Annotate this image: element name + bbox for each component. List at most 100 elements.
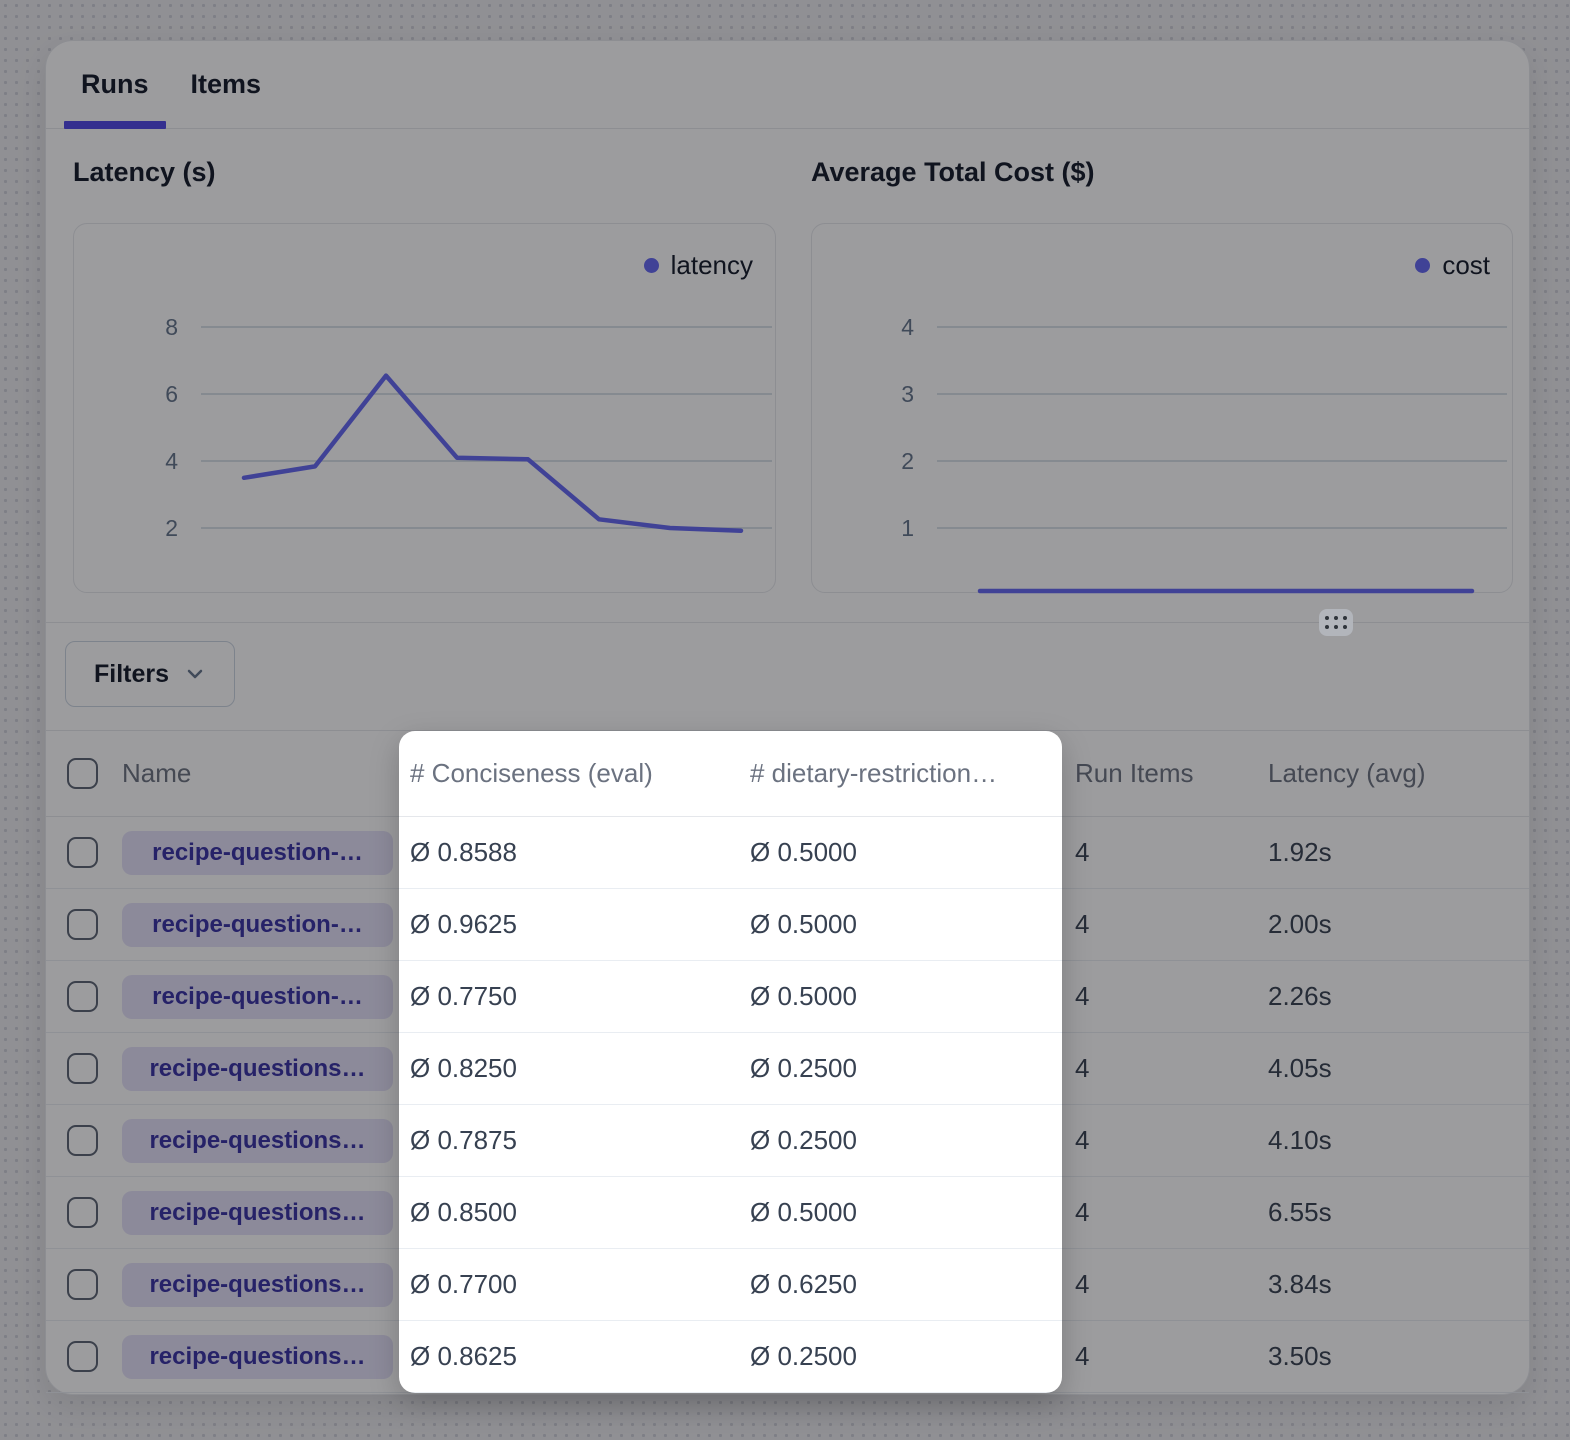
row-dietary-value: Ø 0.5000 — [740, 981, 1063, 1012]
svg-text:2: 2 — [165, 515, 178, 541]
tab-runs-label: Runs — [81, 69, 149, 100]
filters-button[interactable]: Filters — [65, 641, 235, 707]
row-name-cell: recipe-questions… — [121, 1191, 400, 1235]
filters-button-label: Filters — [94, 660, 169, 689]
cost-chart-title: Average Total Cost ($) — [811, 157, 1095, 188]
cost-chart-legend: cost — [1415, 250, 1490, 281]
row-latency-value: 1.92s — [1255, 837, 1531, 868]
table-row[interactable]: recipe-questions… Ø 0.7700 Ø 0.6250 4 3.… — [46, 1249, 1529, 1321]
row-conciseness-value: Ø 0.7700 — [400, 1269, 740, 1300]
table-row[interactable]: recipe-questions… Ø 0.8250 Ø 0.2500 4 4.… — [46, 1033, 1529, 1105]
section-divider — [46, 622, 1529, 623]
row-latency-value: 4.10s — [1255, 1125, 1531, 1156]
table-row[interactable]: recipe-questions… Ø 0.8625 Ø 0.2500 4 3.… — [46, 1321, 1529, 1393]
row-checkbox-cell — [46, 981, 121, 1012]
row-conciseness-value: Ø 0.8250 — [400, 1053, 740, 1084]
row-run-items-value: 4 — [1063, 1341, 1255, 1372]
runs-table: Name # Conciseness (eval) # dietary-rest… — [46, 730, 1529, 1393]
row-run-items-value: 4 — [1063, 1269, 1255, 1300]
row-checkbox-cell — [46, 1269, 121, 1300]
row-dietary-value: Ø 0.5000 — [740, 909, 1063, 940]
row-run-items-value: 4 — [1063, 1197, 1255, 1228]
run-name-badge[interactable]: recipe-question-… — [122, 975, 393, 1019]
row-dietary-value: Ø 0.5000 — [740, 837, 1063, 868]
row-name-cell: recipe-question-… — [121, 975, 400, 1019]
select-all-checkbox[interactable] — [67, 758, 98, 789]
row-conciseness-value: Ø 0.8588 — [400, 837, 740, 868]
drag-handle-icon[interactable] — [1319, 609, 1353, 636]
column-header-dietary-restriction: # dietary-restriction… — [740, 758, 1063, 789]
row-name-cell: recipe-questions… — [121, 1119, 400, 1163]
row-dietary-value: Ø 0.2500 — [740, 1053, 1063, 1084]
run-name-badge[interactable]: recipe-questions… — [122, 1263, 393, 1307]
row-checkbox[interactable] — [67, 1341, 98, 1372]
table-body: recipe-question-… Ø 0.8588 Ø 0.5000 4 1.… — [46, 817, 1529, 1393]
table-row[interactable]: recipe-questions… Ø 0.7875 Ø 0.2500 4 4.… — [46, 1105, 1529, 1177]
column-header-latency-avg: Latency (avg) — [1255, 758, 1531, 789]
run-name-badge[interactable]: recipe-questions… — [122, 1335, 393, 1379]
column-header-conciseness: # Conciseness (eval) — [400, 758, 740, 789]
row-checkbox[interactable] — [67, 1269, 98, 1300]
latency-legend-label: latency — [671, 250, 753, 281]
row-name-cell: recipe-questions… — [121, 1335, 400, 1379]
row-run-items-value: 4 — [1063, 981, 1255, 1012]
row-name-cell: recipe-question-… — [121, 903, 400, 947]
table-row[interactable]: recipe-question-… Ø 0.8588 Ø 0.5000 4 1.… — [46, 817, 1529, 889]
row-checkbox[interactable] — [67, 837, 98, 868]
row-name-cell: recipe-question-… — [121, 831, 400, 875]
row-checkbox-cell — [46, 837, 121, 868]
column-header-run-items: Run Items — [1063, 758, 1255, 789]
run-name-badge[interactable]: recipe-question-… — [122, 903, 393, 947]
page-background: Runs Items Latency (s) Average Total Cos… — [0, 0, 1570, 1440]
row-run-items-value: 4 — [1063, 1053, 1255, 1084]
row-checkbox[interactable] — [67, 909, 98, 940]
svg-text:8: 8 — [165, 314, 178, 340]
table-header-row: Name # Conciseness (eval) # dietary-rest… — [46, 730, 1529, 817]
row-checkbox[interactable] — [67, 1197, 98, 1228]
row-dietary-value: Ø 0.2500 — [740, 1125, 1063, 1156]
row-latency-value: 6.55s — [1255, 1197, 1531, 1228]
header-checkbox-cell — [46, 758, 121, 789]
run-name-badge[interactable]: recipe-questions… — [122, 1119, 393, 1163]
tab-items[interactable]: Items — [174, 41, 279, 128]
row-latency-value: 2.26s — [1255, 981, 1531, 1012]
cost-legend-label: cost — [1442, 250, 1490, 281]
tab-items-label: Items — [191, 69, 262, 100]
latency-legend-dot-icon — [644, 258, 659, 273]
row-checkbox[interactable] — [67, 1053, 98, 1084]
row-checkbox-cell — [46, 1053, 121, 1084]
svg-text:3: 3 — [901, 381, 914, 407]
row-name-cell: recipe-questions… — [121, 1263, 400, 1307]
row-latency-value: 3.50s — [1255, 1341, 1531, 1372]
table-row[interactable]: recipe-question-… Ø 0.9625 Ø 0.5000 4 2.… — [46, 889, 1529, 961]
svg-text:4: 4 — [165, 448, 178, 474]
svg-text:1: 1 — [901, 515, 914, 541]
svg-text:6: 6 — [165, 381, 178, 407]
table-row[interactable]: recipe-question-… Ø 0.7750 Ø 0.5000 4 2.… — [46, 961, 1529, 1033]
chevron-down-icon — [184, 663, 206, 685]
svg-text:2: 2 — [901, 448, 914, 474]
table-row[interactable]: recipe-questions… Ø 0.8500 Ø 0.5000 4 6.… — [46, 1177, 1529, 1249]
row-checkbox[interactable] — [67, 981, 98, 1012]
row-checkbox-cell — [46, 1341, 121, 1372]
tab-runs[interactable]: Runs — [64, 41, 166, 128]
row-run-items-value: 4 — [1063, 837, 1255, 868]
row-conciseness-value: Ø 0.7750 — [400, 981, 740, 1012]
cost-chart-svg: 4 3 2 1 — [812, 224, 1514, 594]
column-header-name: Name — [121, 758, 400, 789]
row-latency-value: 4.05s — [1255, 1053, 1531, 1084]
row-conciseness-value: Ø 0.9625 — [400, 909, 740, 940]
row-name-cell: recipe-questions… — [121, 1047, 400, 1091]
row-run-items-value: 4 — [1063, 1125, 1255, 1156]
row-checkbox[interactable] — [67, 1125, 98, 1156]
run-name-badge[interactable]: recipe-question-… — [122, 831, 393, 875]
cost-legend-dot-icon — [1415, 258, 1430, 273]
row-dietary-value: Ø 0.2500 — [740, 1341, 1063, 1372]
latency-chart-card: 8 6 4 2 latency — [73, 223, 776, 593]
run-name-badge[interactable]: recipe-questions… — [122, 1191, 393, 1235]
row-dietary-value: Ø 0.5000 — [740, 1197, 1063, 1228]
run-name-badge[interactable]: recipe-questions… — [122, 1047, 393, 1091]
main-card: Runs Items Latency (s) Average Total Cos… — [45, 40, 1530, 1395]
svg-text:4: 4 — [901, 314, 914, 340]
cost-chart-card: 4 3 2 1 cost — [811, 223, 1513, 593]
